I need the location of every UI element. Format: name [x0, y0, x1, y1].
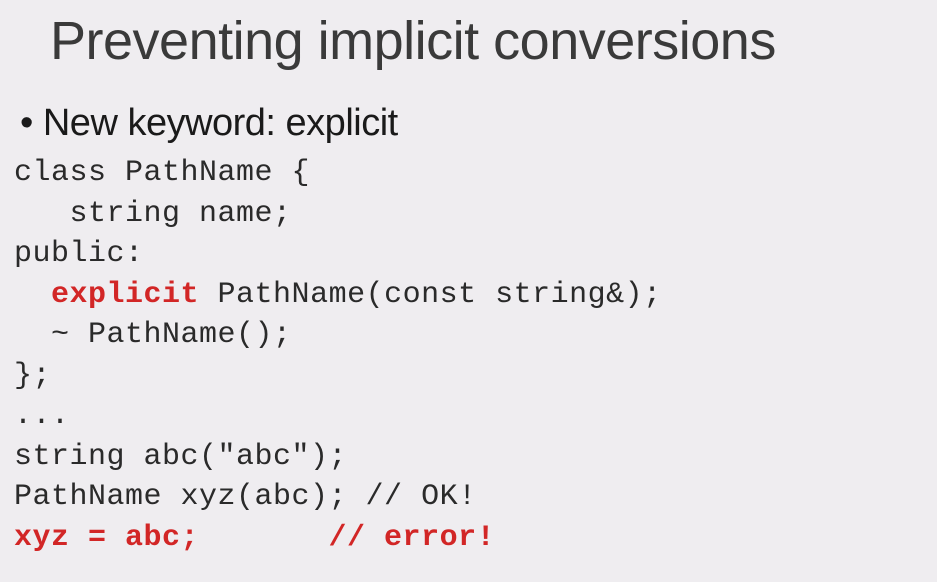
- code-line-2: string name;: [14, 197, 292, 231]
- code-line-4-rest: PathName(const string&);: [199, 278, 662, 312]
- code-line-4-indent: [14, 278, 51, 312]
- code-line-7: ...: [14, 399, 70, 433]
- code-line-6: };: [14, 359, 51, 393]
- code-line-1: class PathName {: [14, 156, 310, 190]
- code-line-error: xyz = abc; // error!: [14, 521, 495, 555]
- code-line-8: string abc("abc");: [14, 440, 347, 474]
- code-line-9: PathName xyz(abc); // OK!: [14, 480, 477, 514]
- keyword-explicit: explicit: [51, 278, 199, 312]
- bullet-point: • New keyword: explicit: [0, 102, 937, 145]
- code-line-5: ~ PathName();: [14, 318, 292, 352]
- slide-title: Preventing implicit conversions: [0, 10, 937, 72]
- code-line-3: public:: [14, 237, 144, 271]
- slide-container: Preventing implicit conversions • New ke…: [0, 0, 937, 582]
- code-block: class PathName { string name; public: ex…: [0, 153, 937, 558]
